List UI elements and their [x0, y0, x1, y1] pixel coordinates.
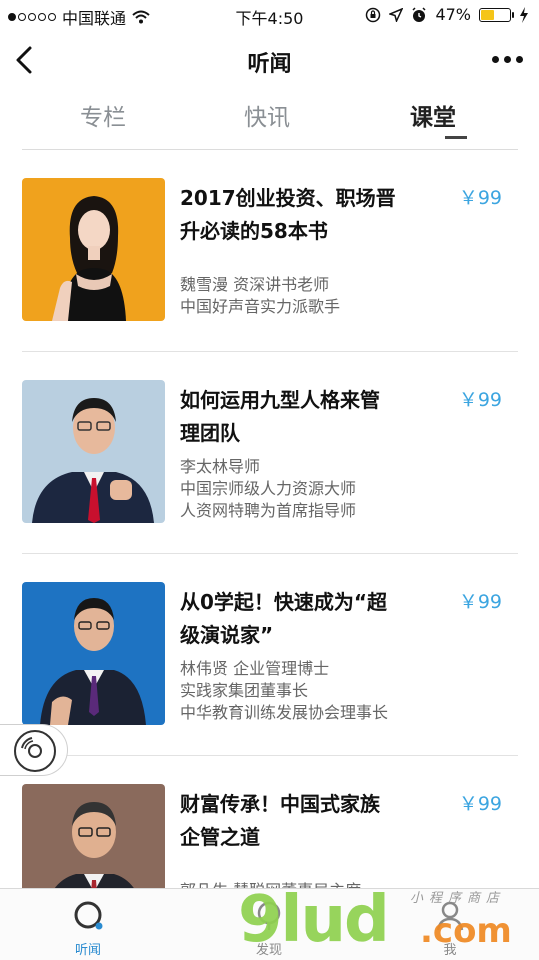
wifi-icon — [132, 10, 150, 24]
tabbar-item-listen[interactable]: 听闻 — [48, 889, 128, 960]
course-item[interactable]: 2017创业投资、职场晋 升必读的58本书 ￥99 魏雪漫 资深讲书老师 中国好… — [22, 150, 518, 352]
bottom-tab-bar: 听闻 发现 我 — [0, 888, 539, 960]
course-desc-line: 中国好声音实力派歌手 — [180, 297, 341, 316]
status-left: 中国联通 — [8, 5, 150, 29]
course-thumbnail — [22, 178, 165, 321]
course-desc-line: 中华教育训练发展协会理事长 — [180, 703, 389, 722]
listen-circle-icon — [74, 901, 103, 930]
tab-classroom[interactable]: 课堂 — [410, 98, 456, 132]
rotation-lock-icon — [366, 7, 381, 22]
course-title-line: 2017创业投资、职场晋 — [180, 186, 396, 210]
course-thumbnail — [22, 784, 165, 904]
course-price: ￥99 — [458, 187, 502, 209]
course-description: 李太林导师 中国宗师级人力资源大师 人资网特聘为首席指导师 — [180, 456, 480, 522]
course-title-line: 理团队 — [180, 421, 240, 445]
signal-icon — [8, 13, 56, 21]
course-item[interactable]: 如何运用九型人格来管 理团队 ￥99 李太林导师 中国宗师级人力资源大师 人资网… — [22, 352, 518, 554]
tabbar-item-me[interactable]: 我 — [410, 889, 490, 960]
course-desc-line: 人资网特聘为首席指导师 — [180, 501, 357, 520]
status-bar: 中国联通 下午4:50 47% — [0, 0, 539, 30]
course-title: 从0学起！快速成为“超 级演说家” — [180, 586, 430, 652]
course-title-line: 从0学起！快速成为“超 — [180, 590, 388, 614]
course-description: 林伟贤 企业管理博士 实践家集团董事长 中华教育训练发展协会理事长 — [180, 658, 480, 724]
category-tabs: 专栏 快讯 课堂 — [22, 92, 518, 150]
charging-icon — [520, 6, 528, 23]
course-thumbnail — [22, 380, 165, 523]
course-description: 魏雪漫 资深讲书老师 中国好声音实力派歌手 — [180, 274, 480, 318]
tabbar-label: 我 — [443, 943, 457, 958]
tabbar-item-discover[interactable]: 发现 — [229, 889, 309, 960]
more-dots-icon[interactable] — [492, 56, 523, 63]
course-title: 2017创业投资、职场晋 升必读的58本书 — [180, 182, 430, 248]
profile-icon — [436, 901, 464, 931]
course-title: 如何运用九型人格来管 理团队 — [180, 384, 430, 450]
course-desc-line: 林伟贤 企业管理博士 — [180, 659, 330, 678]
course-title-line: 财富传承！中国式家族 — [180, 792, 380, 816]
course-title: 财富传承！中国式家族 企管之道 — [180, 788, 430, 854]
tab-column[interactable]: 专栏 — [80, 98, 126, 132]
audio-disc-icon[interactable] — [12, 728, 58, 774]
alarm-icon — [412, 6, 426, 22]
tabbar-label: 听闻 — [74, 943, 101, 958]
course-title-line: 升必读的58本书 — [180, 219, 328, 243]
course-desc-line: 中国宗师级人力资源大师 — [180, 479, 357, 498]
course-price: ￥99 — [458, 389, 502, 411]
battery-percent: 47% — [435, 5, 471, 24]
active-tab-indicator — [445, 136, 467, 139]
course-desc-line: 实践家集团董事长 — [180, 681, 309, 700]
course-title-line: 级演说家” — [180, 623, 274, 647]
battery-level-fill — [481, 9, 495, 20]
discover-icon — [257, 901, 281, 930]
course-desc-line: 魏雪漫 资深讲书老师 — [180, 275, 330, 294]
carrier-label: 中国联通 — [62, 9, 127, 28]
page-title: 听闻 — [247, 52, 292, 77]
status-right: 47% — [365, 5, 529, 24]
course-title-line: 企管之道 — [180, 825, 260, 849]
course-desc-line: 李太林导师 — [180, 457, 261, 476]
chevron-left-icon[interactable] — [12, 44, 40, 76]
tabbar-label: 发现 — [255, 943, 282, 958]
course-title-line: 如何运用九型人格来管 — [180, 388, 380, 412]
floating-player[interactable] — [0, 724, 68, 776]
course-thumbnail — [22, 582, 165, 725]
tab-news[interactable]: 快讯 — [244, 98, 290, 132]
nav-bar: 听闻 — [0, 30, 539, 90]
battery-icon — [479, 7, 514, 22]
course-price: ￥99 — [458, 793, 502, 815]
location-icon — [389, 7, 404, 22]
course-item[interactable]: 从0学起！快速成为“超 级演说家” ￥99 林伟贤 企业管理博士 实践家集团董事… — [22, 554, 518, 756]
course-price: ￥99 — [458, 591, 502, 613]
